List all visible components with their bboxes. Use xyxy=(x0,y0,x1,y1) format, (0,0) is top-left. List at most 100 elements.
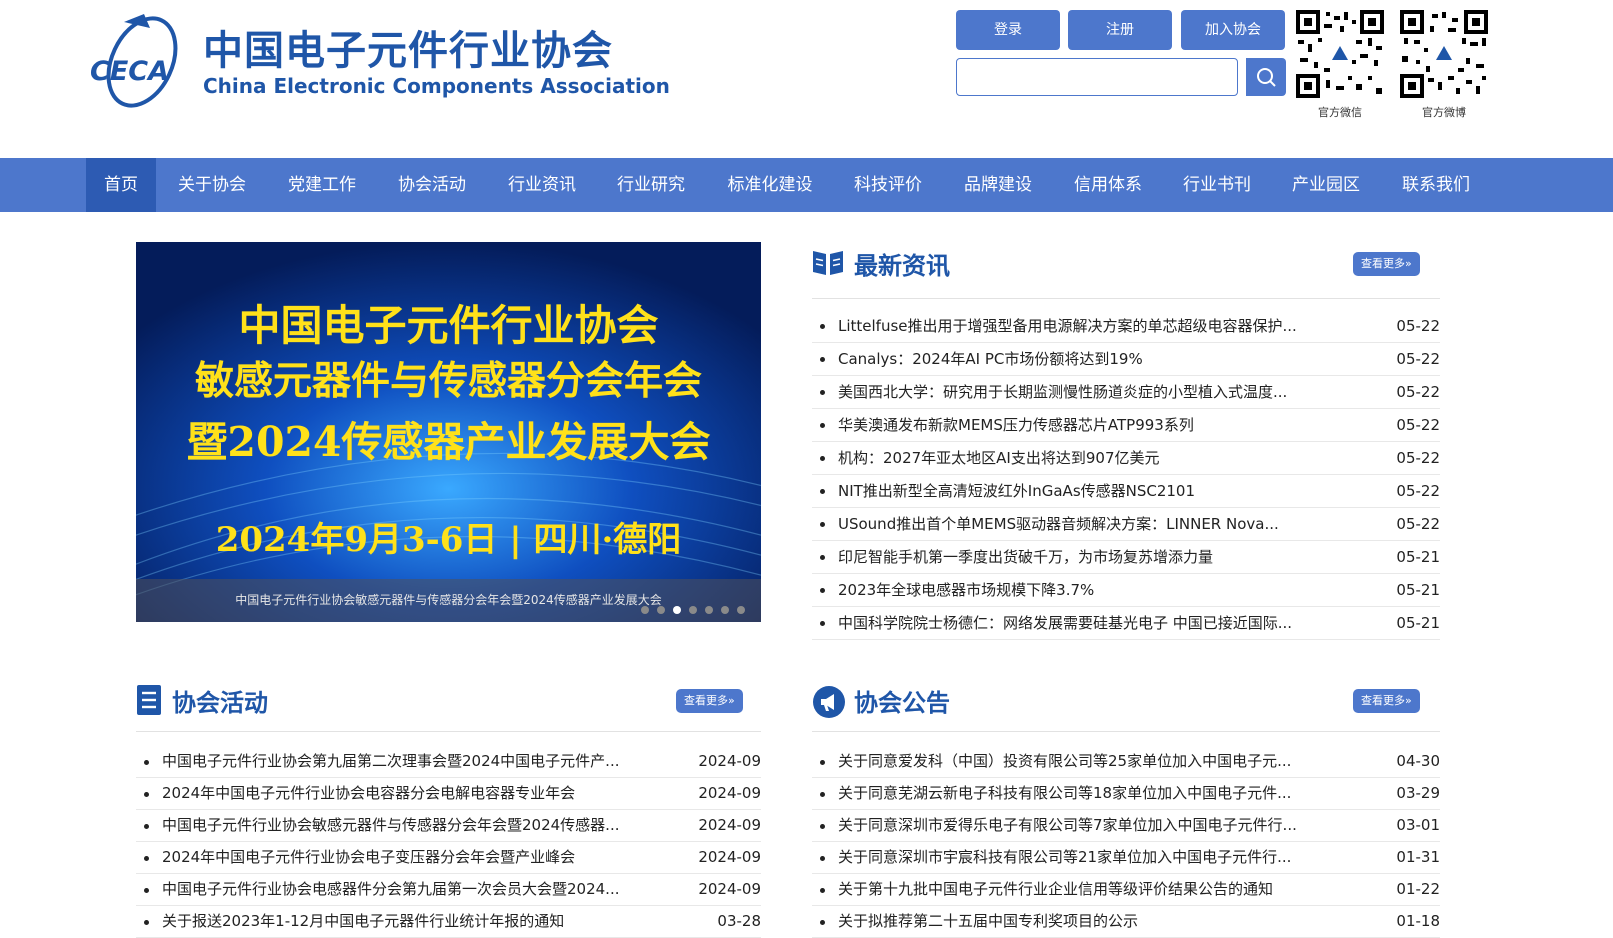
list-item-title[interactable]: 2024年中国电子元件行业协会电容器分会电解电容器专业年会 xyxy=(162,778,662,809)
list-item-title[interactable]: 中国电子元件行业协会敏感元器件与传感器分会年会暨2024传感器... xyxy=(162,810,662,841)
list-item-date: 2024-09 xyxy=(698,880,761,898)
list-item[interactable]: USound推出首个单MEMS驱动器音频解决方案：LINNER Nova... 0… xyxy=(812,508,1440,541)
list-item-title[interactable]: 关于同意深圳市爱得乐电子有限公司等7家单位加入中国电子元件行... xyxy=(838,810,1358,841)
list-item[interactable]: 关于同意深圳市爱得乐电子有限公司等7家单位加入中国电子元件行... 03-01 xyxy=(812,810,1440,842)
slider-dot[interactable] xyxy=(705,606,713,614)
bullet-icon xyxy=(820,555,825,560)
latest-news-header: 最新资讯 xyxy=(812,244,1432,284)
list-item[interactable]: 印尼智能手机第一季度出货破千万，为市场复苏增添力量 05-21 xyxy=(812,541,1440,574)
list-item-title[interactable]: Canalys：2024年AI PC市场份额将达到19% xyxy=(838,343,1358,375)
nav-item-activities[interactable]: 协会活动 xyxy=(386,158,478,212)
slider-dot[interactable] xyxy=(673,606,681,614)
bullet-icon xyxy=(820,357,825,362)
list-item[interactable]: Canalys：2024年AI PC市场份额将达到19% 05-22 xyxy=(812,343,1440,376)
list-item-title[interactable]: 机构：2027年亚太地区AI支出将达到907亿美元 xyxy=(838,442,1358,474)
list-item-title[interactable]: 关于拟推荐第二十五届中国专利奖项目的公示 xyxy=(838,906,1358,937)
nav-item-brand[interactable]: 品牌建设 xyxy=(952,158,1044,212)
nav-item-industrial-park[interactable]: 产业园区 xyxy=(1280,158,1372,212)
bullet-icon xyxy=(820,423,825,428)
list-item-title[interactable]: USound推出首个单MEMS驱动器音频解决方案：LINNER Nova... xyxy=(838,508,1358,540)
nav-item-industry-research[interactable]: 行业研究 xyxy=(605,158,697,212)
book-icon xyxy=(813,251,843,275)
list-item[interactable]: 中国科学院院士杨德仁：网络发展需要硅基光电子 中国已接近国际... 05-21 xyxy=(812,607,1440,640)
list-item-title[interactable]: 印尼智能手机第一季度出货破千万，为市场复苏增添力量 xyxy=(838,541,1358,573)
list-item[interactable]: NIT推出新型全高清短波红外InGaAs传感器NSC2101 05-22 xyxy=(812,475,1440,508)
weibo-qr-code xyxy=(1400,10,1488,98)
nav-item-standardization[interactable]: 标准化建设 xyxy=(714,158,826,212)
notices-more-button[interactable]: 查看更多» xyxy=(1353,689,1420,713)
list-item[interactable]: 中国电子元件行业协会第九届第二次理事会暨2024中国电子元件产... 2024-0… xyxy=(136,746,761,778)
list-item-title[interactable]: 关于同意爱发科（中国）投资有限公司等25家单位加入中国电子元... xyxy=(838,746,1358,777)
latest-news-more-button[interactable]: 查看更多» xyxy=(1353,252,1420,276)
list-item-title[interactable]: 2024年中国电子元件行业协会电子变压器分会年会暨产业峰会 xyxy=(162,842,662,873)
list-item[interactable]: 华美澳通发布新款MEMS压力传感器芯片ATP993系列 05-22 xyxy=(812,409,1440,442)
list-item-title[interactable]: 关于报送2023年1-12月中国电子元器件行业统计年报的通知 xyxy=(162,906,662,937)
banner-caption[interactable]: 中国电子元件行业协会敏感元器件与传感器分会年会暨2024传感器产业发展大会 xyxy=(136,591,761,608)
list-item-title[interactable]: 美国西北大学：研究用于长期监测慢性肠道炎症的小型植入式温度... xyxy=(838,376,1358,408)
nav-item-about[interactable]: 关于协会 xyxy=(166,158,258,212)
activities-more-button[interactable]: 查看更多» xyxy=(676,689,743,713)
list-item-title[interactable]: Littelfuse推出用于增强型备用电源解决方案的单芯超级电容器保护... xyxy=(838,310,1358,342)
bullet-icon xyxy=(820,522,825,527)
list-item-title[interactable]: 关于第十九批中国电子元件行业企业信用等级评价结果公告的通知 xyxy=(838,874,1358,905)
slider-dot[interactable] xyxy=(657,606,665,614)
login-button[interactable]: 登录 xyxy=(956,10,1060,50)
list-item[interactable]: Littelfuse推出用于增强型备用电源解决方案的单芯超级电容器保护... 05… xyxy=(812,310,1440,343)
banner-line-1: 中国电子元件行业协会 xyxy=(238,301,659,350)
register-button[interactable]: 注册 xyxy=(1068,10,1172,50)
list-item-date: 01-22 xyxy=(1396,880,1440,898)
list-item[interactable]: 关于同意爱发科（中国）投资有限公司等25家单位加入中国电子元... 04-30 xyxy=(812,746,1440,778)
list-doc-icon xyxy=(137,685,161,715)
slider-dot[interactable] xyxy=(689,606,697,614)
list-item-date: 05-22 xyxy=(1396,515,1440,533)
list-item[interactable]: 2023年全球电感器市场规模下降3.7% 05-21 xyxy=(812,574,1440,607)
list-item[interactable]: 2024年中国电子元件行业协会电子变压器分会年会暨产业峰会 2024-09 xyxy=(136,842,761,874)
ceca-logo[interactable]: CECA xyxy=(90,14,200,110)
divider xyxy=(812,731,1440,732)
search-button[interactable] xyxy=(1246,58,1286,96)
nav-item-industry-news[interactable]: 行业资讯 xyxy=(496,158,588,212)
list-item[interactable]: 中国电子元件行业协会电感器件分会第九届第一次会员大会暨2024... 2024-0… xyxy=(136,874,761,906)
list-item[interactable]: 机构：2027年亚太地区AI支出将达到907亿美元 05-22 xyxy=(812,442,1440,475)
search-input[interactable] xyxy=(963,63,1197,93)
qr-code-icon xyxy=(1400,10,1488,98)
list-item-date: 05-21 xyxy=(1396,548,1440,566)
slider-dot[interactable] xyxy=(641,606,649,614)
latest-news-list: Littelfuse推出用于增强型备用电源解决方案的单芯超级电容器保护... 05… xyxy=(812,310,1440,640)
nav-item-home[interactable]: 首页 xyxy=(86,158,156,212)
notices-title: 协会公告 xyxy=(854,689,950,717)
bullet-icon xyxy=(820,324,825,329)
nav-item-tech-evaluation[interactable]: 科技评价 xyxy=(842,158,934,212)
qr-code-icon xyxy=(1296,10,1384,98)
slider-dot[interactable] xyxy=(737,606,745,614)
list-item[interactable]: 关于拟推荐第二十五届中国专利奖项目的公示 01-18 xyxy=(812,906,1440,938)
list-item-title[interactable]: 华美澳通发布新款MEMS压力传感器芯片ATP993系列 xyxy=(838,409,1358,441)
list-item[interactable]: 2024年中国电子元件行业协会电容器分会电解电容器专业年会 2024-09 xyxy=(136,778,761,810)
nav-item-party-building[interactable]: 党建工作 xyxy=(276,158,368,212)
bullet-icon xyxy=(820,390,825,395)
list-item-title[interactable]: 中国电子元件行业协会第九届第二次理事会暨2024中国电子元件产... xyxy=(162,746,662,777)
list-item-title[interactable]: 关于同意深圳市宇宸科技有限公司等21家单位加入中国电子元件行... xyxy=(838,842,1358,873)
nav-item-contact[interactable]: 联系我们 xyxy=(1390,158,1482,212)
list-item[interactable]: 关于同意芜湖云新电子科技有限公司等18家单位加入中国电子元件... 03-29 xyxy=(812,778,1440,810)
list-item-title[interactable]: 关于同意芜湖云新电子科技有限公司等18家单位加入中国电子元件... xyxy=(838,778,1358,809)
notices-list: 关于同意爱发科（中国）投资有限公司等25家单位加入中国电子元... 04-30 关于… xyxy=(812,746,1440,938)
join-association-button[interactable]: 加入协会 xyxy=(1181,10,1285,50)
list-item-date: 05-22 xyxy=(1396,449,1440,467)
slider-dot[interactable] xyxy=(721,606,729,614)
banner-slider[interactable]: 中国电子元件行业协会 敏感元器件与传感器分会年会 暨2024传感器产业发展大会 … xyxy=(136,242,761,622)
nav-item-publications[interactable]: 行业书刊 xyxy=(1171,158,1263,212)
list-item-date: 01-18 xyxy=(1396,912,1440,930)
list-item-title[interactable]: 2023年全球电感器市场规模下降3.7% xyxy=(838,574,1358,606)
list-item-date: 05-22 xyxy=(1396,383,1440,401)
list-item[interactable]: 中国电子元件行业协会敏感元器件与传感器分会年会暨2024传感器... 2024-0… xyxy=(136,810,761,842)
nav-item-credit[interactable]: 信用体系 xyxy=(1062,158,1154,212)
list-item[interactable]: 美国西北大学：研究用于长期监测慢性肠道炎症的小型植入式温度... 05-22 xyxy=(812,376,1440,409)
list-item[interactable]: 关于第十九批中国电子元件行业企业信用等级评价结果公告的通知 01-22 xyxy=(812,874,1440,906)
list-item-title[interactable]: 中国电子元件行业协会电感器件分会第九届第一次会员大会暨2024... xyxy=(162,874,662,905)
list-item-date: 03-29 xyxy=(1396,784,1440,802)
list-item-title[interactable]: NIT推出新型全高清短波红外InGaAs传感器NSC2101 xyxy=(838,475,1358,507)
list-item[interactable]: 关于报送2023年1-12月中国电子元器件行业统计年报的通知 03-28 xyxy=(136,906,761,938)
list-item-title[interactable]: 中国科学院院士杨德仁：网络发展需要硅基光电子 中国已接近国际... xyxy=(838,607,1358,639)
list-item[interactable]: 关于同意深圳市宇宸科技有限公司等21家单位加入中国电子元件行... 01-31 xyxy=(812,842,1440,874)
